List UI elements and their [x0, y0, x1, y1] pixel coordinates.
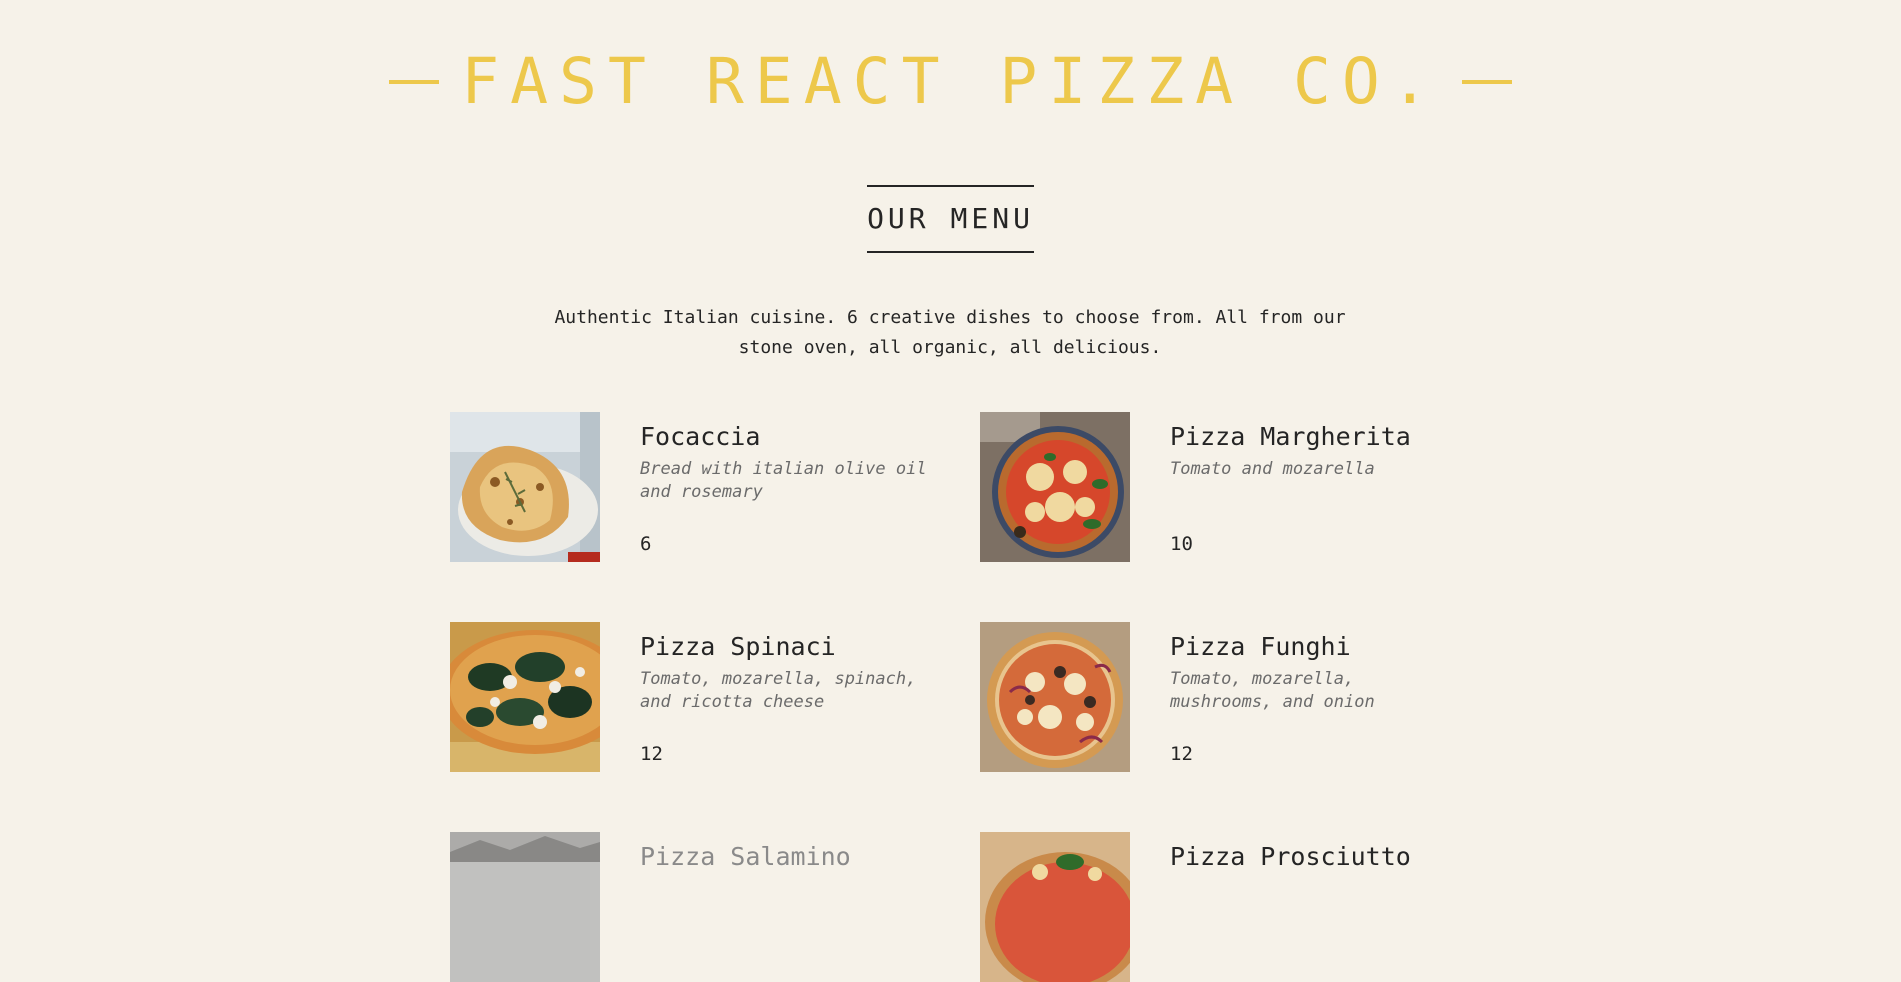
pizza-item-spinaci: Pizza Spinaci Tomato, mozarella, spinach…: [450, 622, 980, 772]
header-dash-left: [389, 80, 440, 84]
pizza-ingredients: Bread with italian olive oil and rosemar…: [640, 459, 927, 502]
pizza-salamino-photo: [450, 832, 600, 982]
pizza-info: Pizza Spinaci Tomato, mozarella, spinach…: [640, 622, 940, 772]
pizza-info: Pizza Salamino: [640, 832, 940, 982]
pizza-item-prosciutto: Pizza Prosciutto: [980, 832, 1450, 982]
pizza-ingredients: [640, 878, 940, 924]
pizza-item-focaccia: Focaccia Bread with italian olive oil an…: [450, 412, 980, 562]
site-title: FAST REACT PIZZA CO.: [461, 45, 1440, 118]
pizza-name: Pizza Margherita: [1170, 422, 1411, 451]
menu-section-header: OUR MENU: [0, 185, 1901, 253]
pizza-name: Pizza Spinaci: [640, 632, 836, 661]
pizza-prosciutto-photo: [980, 832, 1130, 982]
pizza-price: 10: [1170, 533, 1193, 555]
pizza-ingredients: Tomato and mozarella: [1170, 459, 1375, 479]
pizza-item-funghi: Pizza Funghi Tomato, mozarella, mushroom…: [980, 622, 1450, 772]
pizza-ingredients: Tomato, mozarella, spinach, and ricotta …: [640, 669, 917, 712]
pizza-info: Pizza Margherita Tomato and mozarella 10: [1170, 412, 1450, 562]
menu-title: OUR MENU: [867, 185, 1034, 253]
pizza-ingredients: Tomato, mozarella, mushrooms, and onion: [1170, 669, 1375, 712]
pizza-item-margherita: Pizza Margherita Tomato and mozarella 10: [980, 412, 1450, 562]
pizza-price: 12: [640, 743, 663, 765]
pizza-price: 6: [640, 533, 652, 555]
pizza-spinaci-photo: [450, 622, 600, 772]
pizza-name: Pizza Prosciutto: [1170, 842, 1411, 871]
focaccia-photo: [450, 412, 600, 562]
pizza-funghi-photo: [980, 622, 1130, 772]
pizza-list: Focaccia Bread with italian olive oil an…: [450, 412, 1450, 982]
pizza-name: Focaccia: [640, 422, 761, 451]
pizza-name: Pizza Salamino: [640, 842, 851, 871]
pizza-price: 12: [1170, 743, 1193, 765]
pizza-ingredients: [1170, 878, 1450, 924]
pizza-info: Pizza Funghi Tomato, mozarella, mushroom…: [1170, 622, 1450, 772]
header-dash-right: [1461, 80, 1512, 84]
pizza-info: Focaccia Bread with italian olive oil an…: [640, 412, 940, 562]
menu-intro: Authentic Italian cuisine. 6 creative di…: [554, 307, 1346, 358]
pizza-margherita-photo: [980, 412, 1130, 562]
pizza-name: Pizza Funghi: [1170, 632, 1351, 661]
pizza-item-salamino: Pizza Salamino: [450, 832, 980, 982]
pizza-info: Pizza Prosciutto: [1170, 832, 1450, 982]
site-header: FAST REACT PIZZA CO.: [0, 44, 1901, 120]
